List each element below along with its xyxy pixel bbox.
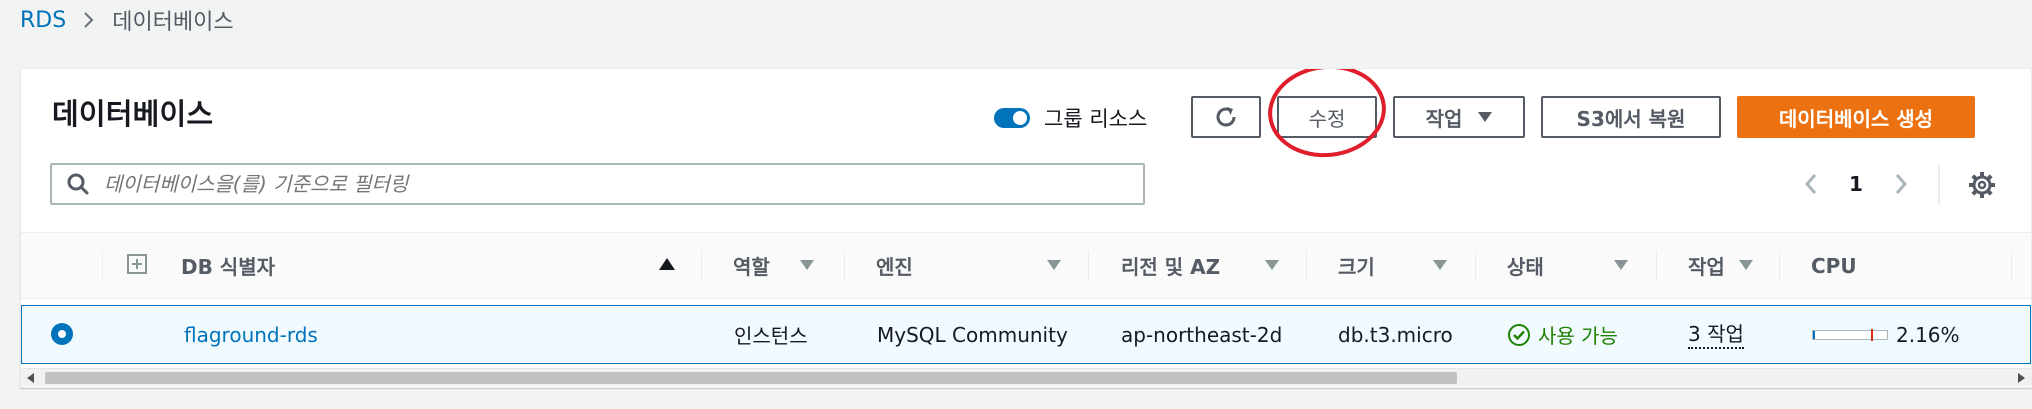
column-header-db-id[interactable]: DB 식별자	[181, 233, 275, 298]
breadcrumb: RDS 데이터베이스	[20, 7, 234, 36]
cell-region-az-value: ap-northeast-2d	[1121, 322, 1283, 347]
column-divider	[1779, 251, 1780, 281]
horizontal-scrollbar[interactable]	[21, 368, 2031, 386]
cell-engine: MySQL Community	[877, 306, 1068, 363]
modify-button-label: 수정	[1308, 106, 1346, 131]
row-select-radio[interactable]	[51, 323, 73, 345]
column-divider	[701, 251, 702, 281]
cell-cpu: 2.16%	[1812, 306, 1960, 363]
db-identifier-link[interactable]: flaground-rds	[184, 323, 318, 347]
pager-divider	[1938, 165, 1940, 205]
column-header-actions[interactable]: 작업	[1688, 233, 1725, 298]
restore-button-label: S3에서 복원	[1576, 106, 1686, 131]
cpu-threshold-marker	[1871, 328, 1873, 341]
column-divider	[1656, 251, 1657, 281]
scroll-right-icon[interactable]	[2011, 369, 2031, 387]
sort-icon[interactable]	[1265, 260, 1279, 270]
cell-role: 인스턴스	[734, 306, 808, 363]
cpu-usage-value: 2.16%	[1896, 322, 1960, 347]
group-resources-toggle[interactable]	[994, 108, 1030, 128]
column-header-engine-label: 엔진	[876, 255, 913, 279]
pagination: 1	[1801, 165, 1911, 203]
cell-role-value: 인스턴스	[734, 324, 808, 348]
column-divider	[2011, 251, 2012, 281]
scrollbar-thumb[interactable]	[45, 372, 1457, 384]
column-header-cpu[interactable]: CPU	[1811, 233, 1857, 298]
group-resources-toggle-group: 그룹 리소스	[994, 103, 1147, 133]
column-divider	[1306, 251, 1307, 281]
cpu-usage-bar	[1812, 328, 1888, 341]
toggle-knob	[1013, 111, 1027, 125]
filter-search-input[interactable]	[104, 172, 1084, 196]
sort-icon[interactable]	[800, 260, 814, 270]
actions-dropdown-button[interactable]: 작업	[1393, 96, 1525, 138]
column-header-status[interactable]: 상태	[1507, 233, 1544, 298]
column-header-region-az-label: 리전 및 AZ	[1121, 255, 1221, 279]
column-header-cpu-label: CPU	[1811, 253, 1857, 278]
create-database-button[interactable]: 데이터베이스 생성	[1737, 96, 1975, 138]
cpu-usage-fill	[1813, 330, 1815, 339]
cell-db-id: flaground-rds	[184, 306, 318, 363]
refresh-icon	[1213, 104, 1239, 130]
column-divider	[102, 251, 103, 281]
column-header-engine[interactable]: 엔진	[876, 233, 913, 298]
column-header-actions-label: 작업	[1688, 255, 1725, 279]
create-button-label: 데이터베이스 생성	[1778, 106, 1934, 131]
column-header-status-label: 상태	[1507, 255, 1544, 279]
status-badge: 사용 가능	[1538, 324, 1618, 348]
cell-region-az: ap-northeast-2d	[1121, 306, 1282, 363]
current-page-number[interactable]: 1	[1849, 172, 1863, 196]
scroll-left-icon[interactable]	[21, 369, 41, 387]
table-row[interactable]: flaground-rds 인스턴스 MySQL Community ap-no…	[21, 305, 2031, 364]
pending-actions-link[interactable]: 3 작업	[1688, 321, 1744, 349]
sort-ascending-icon[interactable]	[659, 258, 675, 270]
restore-from-s3-button[interactable]: S3에서 복원	[1541, 96, 1721, 138]
caret-down-icon	[1478, 112, 1493, 122]
modify-button[interactable]: 수정	[1277, 96, 1377, 138]
actions-button-label: 작업	[1425, 106, 1463, 131]
sort-icon[interactable]	[1047, 260, 1061, 270]
column-divider	[1088, 251, 1089, 281]
cell-size-value: db.t3.micro	[1338, 322, 1453, 347]
sort-icon[interactable]	[1739, 260, 1753, 270]
cell-status: 사용 가능	[1508, 306, 1618, 363]
group-resources-label: 그룹 리소스	[1044, 107, 1148, 131]
column-header-role[interactable]: 역할	[733, 233, 770, 298]
breadcrumb-rds-link[interactable]: RDS	[20, 8, 66, 33]
databases-panel: 데이터베이스 그룹 리소스 수정 작업 S3에서 복원 데이터베이스 생성 데이…	[20, 68, 2032, 388]
filter-search-box[interactable]	[50, 163, 1145, 205]
column-header-db-id-label: DB 식별자	[181, 255, 276, 279]
gear-icon[interactable]	[1966, 169, 1998, 201]
sort-icon[interactable]	[1433, 260, 1447, 270]
refresh-button[interactable]	[1191, 96, 1261, 138]
column-header-region-az[interactable]: 리전 및 AZ	[1121, 233, 1220, 298]
column-divider	[844, 251, 845, 281]
cell-actions: 3 작업	[1688, 306, 1744, 363]
cell-engine-value: MySQL Community	[877, 322, 1068, 347]
cell-size: db.t3.micro	[1338, 306, 1453, 363]
column-header-size[interactable]: 크기	[1338, 233, 1375, 298]
next-page-icon[interactable]	[1891, 169, 1911, 199]
page-title: 데이터베이스	[52, 97, 214, 131]
breadcrumb-current: 데이터베이스	[112, 10, 234, 35]
expand-all-icon[interactable]	[127, 254, 147, 274]
column-divider	[1475, 251, 1476, 281]
column-header-role-label: 역할	[733, 255, 770, 279]
previous-page-icon[interactable]	[1801, 169, 1821, 199]
table-header: DB 식별자 역할 엔진 리전 및 AZ 크기 상태 작업 CPU	[21, 232, 2031, 299]
check-circle-icon	[1508, 323, 1530, 346]
chevron-right-icon	[82, 7, 96, 33]
sort-icon[interactable]	[1614, 260, 1628, 270]
column-header-size-label: 크기	[1338, 255, 1375, 279]
search-icon	[66, 172, 90, 196]
